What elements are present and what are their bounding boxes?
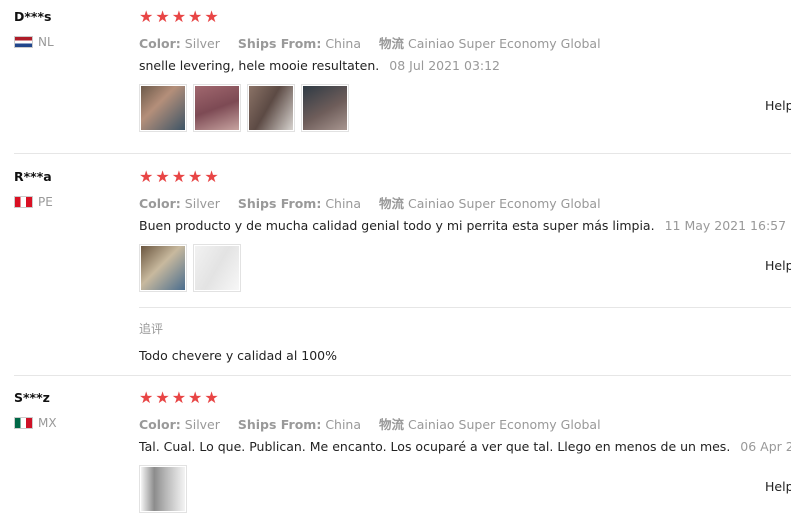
star-rating: ★ ★ ★ ★ ★ [139, 390, 219, 406]
review-item: S***z MX ★ ★ ★ ★ ★ Color: Silver Ships F… [0, 376, 791, 530]
flag-mx-icon [14, 417, 33, 429]
star-icon: ★ [204, 167, 219, 186]
review-item: R***a PE ★ ★ ★ ★ ★ Color: Silver Ships F… [0, 154, 791, 375]
star-icon: ★ [171, 388, 187, 407]
ships-from-label: Ships From: [237, 36, 322, 51]
review-date: 08 Jul 2021 03:12 [389, 58, 501, 73]
review-photo-thumbnail[interactable] [247, 84, 295, 132]
review-text: snelle levering, hele mooie resultaten. … [139, 58, 500, 73]
star-icon: ★ [139, 167, 154, 186]
order-info: Color: Silver Ships From: China 物流 Caini… [139, 193, 601, 212]
additional-review-label: 追评 [139, 322, 164, 336]
review-text: Tal. Cual. Lo que. Publican. Me encanto.… [139, 439, 791, 454]
flag-nl-icon [14, 36, 33, 48]
star-icon: ★ [204, 388, 219, 407]
star-icon: ★ [155, 167, 170, 186]
star-icon: ★ [188, 7, 203, 26]
color-value: Silver [184, 417, 220, 432]
review-photos [139, 465, 187, 513]
additional-review-text: Todo chevere y calidad al 100% [139, 348, 338, 363]
review-photo-thumbnail[interactable] [301, 84, 349, 132]
ships-from-value: China [325, 417, 362, 432]
helpful-button[interactable]: Help [765, 98, 791, 113]
review-photo-thumbnail[interactable] [139, 465, 187, 513]
color-value: Silver [184, 196, 220, 211]
order-info: Color: Silver Ships From: China 物流 Caini… [139, 33, 601, 52]
logistics-value: Cainiao Super Economy Global [408, 36, 601, 51]
review-photo-thumbnail[interactable] [193, 244, 241, 292]
ships-from-value: China [325, 196, 362, 211]
review-item: D***s NL ★ ★ ★ ★ ★ Color: Silver Ships F… [0, 0, 791, 153]
helpful-button[interactable]: Help [765, 258, 791, 273]
reviewer-name: D***s [14, 9, 52, 24]
review-photo-thumbnail[interactable] [139, 84, 187, 132]
additional-review-divider [139, 307, 791, 308]
star-icon: ★ [188, 167, 203, 186]
review-photos [139, 84, 349, 132]
country-code: MX [38, 416, 57, 430]
review-body: Tal. Cual. Lo que. Publican. Me encanto.… [139, 439, 731, 454]
color-label: Color: [139, 36, 181, 51]
review-photo-thumbnail[interactable] [193, 84, 241, 132]
star-icon: ★ [155, 7, 170, 26]
ships-from-value: China [325, 36, 362, 51]
reviewer-name: S***z [14, 390, 50, 405]
ships-from-label: Ships From: [237, 417, 322, 432]
flag-pe-icon [14, 196, 33, 208]
star-rating: ★ ★ ★ ★ ★ [139, 169, 219, 185]
country-code: PE [38, 195, 53, 209]
star-icon: ★ [139, 388, 154, 407]
review-photos [139, 244, 241, 292]
star-icon: ★ [188, 388, 203, 407]
logistics-value: Cainiao Super Economy Global [408, 196, 601, 211]
color-value: Silver [184, 36, 220, 51]
country-code: NL [38, 35, 54, 49]
logistics-value: Cainiao Super Economy Global [408, 417, 601, 432]
star-icon: ★ [171, 167, 187, 186]
color-label: Color: [139, 196, 181, 211]
ships-from-label: Ships From: [237, 196, 322, 211]
logistics-label: 物流 [379, 196, 405, 211]
star-icon: ★ [171, 7, 187, 26]
color-label: Color: [139, 417, 181, 432]
star-icon: ★ [139, 7, 154, 26]
reviewer-country: MX [14, 416, 57, 430]
review-body: snelle levering, hele mooie resultaten. [139, 58, 380, 73]
review-date: 11 May 2021 16:57 [664, 218, 787, 233]
helpful-button[interactable]: Help [765, 479, 791, 494]
reviewer-name: R***a [14, 169, 52, 184]
order-info: Color: Silver Ships From: China 物流 Caini… [139, 414, 601, 433]
star-rating: ★ ★ ★ ★ ★ [139, 9, 219, 25]
star-icon: ★ [204, 7, 219, 26]
review-photo-thumbnail[interactable] [139, 244, 187, 292]
star-icon: ★ [155, 388, 170, 407]
reviewer-country: NL [14, 35, 54, 49]
review-text: Buen producto y de mucha calidad genial … [139, 218, 786, 233]
reviewer-country: PE [14, 195, 53, 209]
logistics-label: 物流 [379, 417, 405, 432]
review-date: 06 Apr 2021 [740, 439, 791, 454]
review-body: Buen producto y de mucha calidad genial … [139, 218, 655, 233]
logistics-label: 物流 [379, 36, 405, 51]
